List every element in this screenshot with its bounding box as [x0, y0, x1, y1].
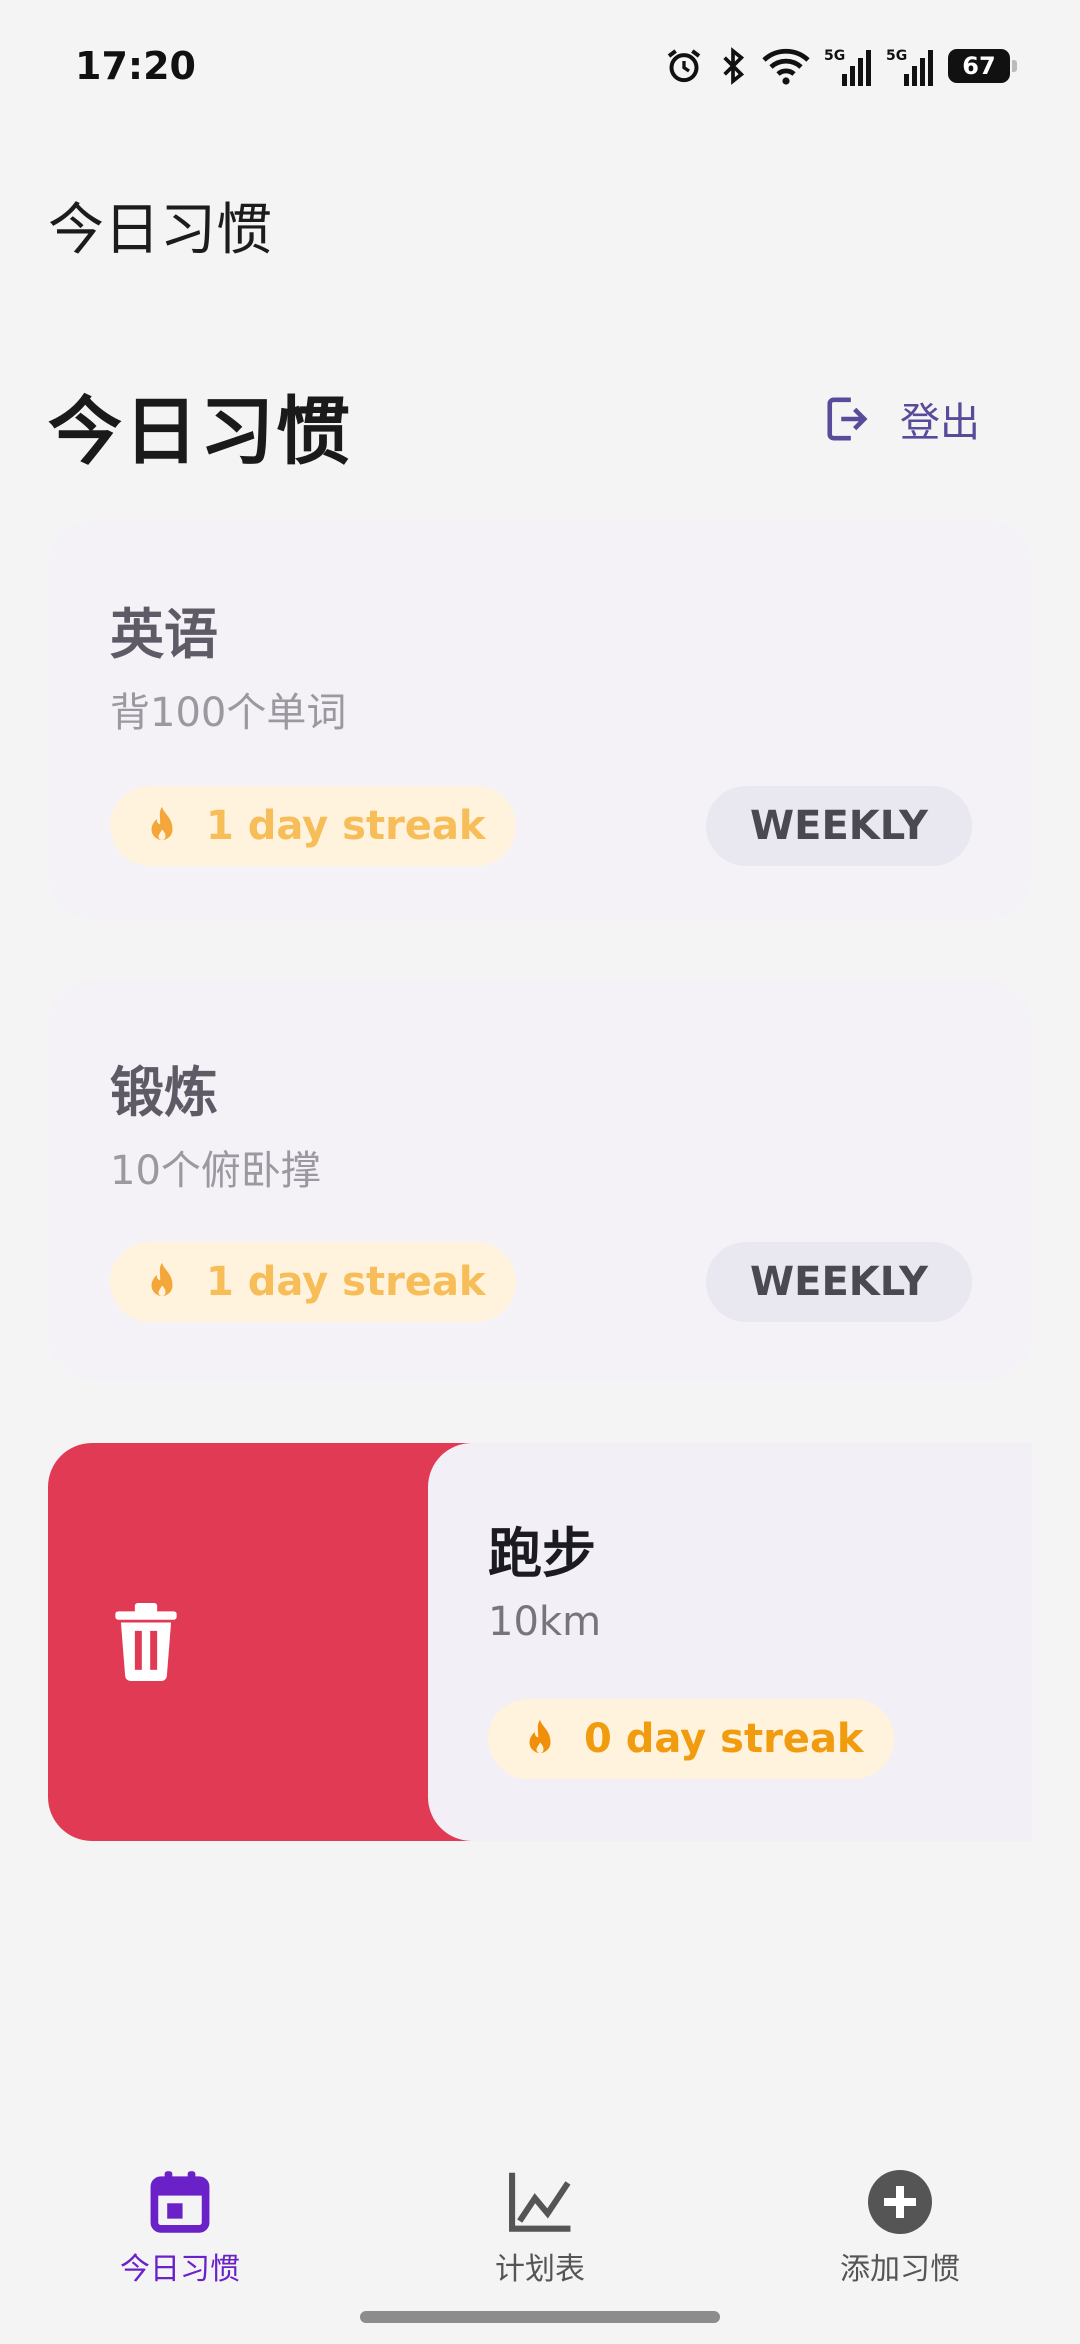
habit-subtitle: 10个俯卧撑	[110, 1148, 321, 1194]
signal-5g-icon: 5G	[886, 48, 933, 86]
logout-icon	[827, 397, 868, 441]
streak-badge: 1 day streak	[110, 786, 516, 866]
appbar-title: 今日习惯	[48, 198, 272, 263]
trash-icon	[115, 1603, 177, 1681]
logout-label: 登出	[900, 400, 980, 446]
streak-text: 0 day streak	[584, 1716, 864, 1762]
calendar-icon	[150, 2171, 210, 2233]
nav-add[interactable]: 添加习惯	[800, 2170, 1000, 2288]
svg-text:5G: 5G	[824, 48, 845, 64]
habit-title: 英语	[110, 603, 218, 666]
nav-label: 计划表	[495, 2252, 585, 2287]
alarm-icon	[667, 49, 701, 83]
add-circle-icon	[868, 2170, 932, 2234]
nav-plan[interactable]: 计划表	[440, 2170, 640, 2288]
nav-label: 添加习惯	[840, 2252, 960, 2287]
habit-title: 跑步	[488, 1522, 596, 1585]
habit-subtitle: 背100个单词	[110, 690, 347, 736]
frequency-badge: WEEKLY	[706, 1242, 972, 1322]
chart-icon	[509, 2172, 571, 2232]
streak-badge: 0 day streak	[488, 1699, 894, 1779]
flame-icon	[151, 806, 173, 840]
flame-icon	[529, 1719, 551, 1753]
svg-text:5G: 5G	[886, 48, 907, 64]
signal-5g-icon: 5G	[824, 48, 871, 86]
flame-icon	[151, 1262, 173, 1296]
habit-card-swiped[interactable]: 跑步 10km 0 day streak	[428, 1443, 1032, 1841]
home-indicator[interactable]	[360, 2311, 720, 2323]
habit-title: 锻炼	[110, 1061, 218, 1124]
streak-text: 1 day streak	[206, 1259, 486, 1305]
status-time: 17:20	[75, 44, 196, 88]
nav-today[interactable]: 今日习惯	[80, 2170, 280, 2288]
habit-subtitle: 10km	[488, 1599, 602, 1645]
wifi-icon	[762, 48, 810, 85]
nav-label: 今日习惯	[120, 2252, 240, 2287]
streak-badge: 1 day streak	[110, 1242, 516, 1322]
status-icons: 5G 5G 67	[664, 46, 1017, 86]
page-title: 今日习惯	[48, 389, 352, 475]
battery-icon: 67	[948, 49, 1017, 83]
habit-card[interactable]: 锻炼 10个俯卧撑 1 day streak WEEKLY	[48, 980, 1032, 1380]
habit-card[interactable]: 英语 背100个单词 1 day streak WEEKLY	[48, 520, 1032, 920]
frequency-badge: WEEKLY	[706, 786, 972, 866]
logout-button[interactable]: 登出	[824, 390, 980, 448]
streak-text: 1 day streak	[206, 803, 486, 849]
bluetooth-icon	[723, 47, 745, 85]
